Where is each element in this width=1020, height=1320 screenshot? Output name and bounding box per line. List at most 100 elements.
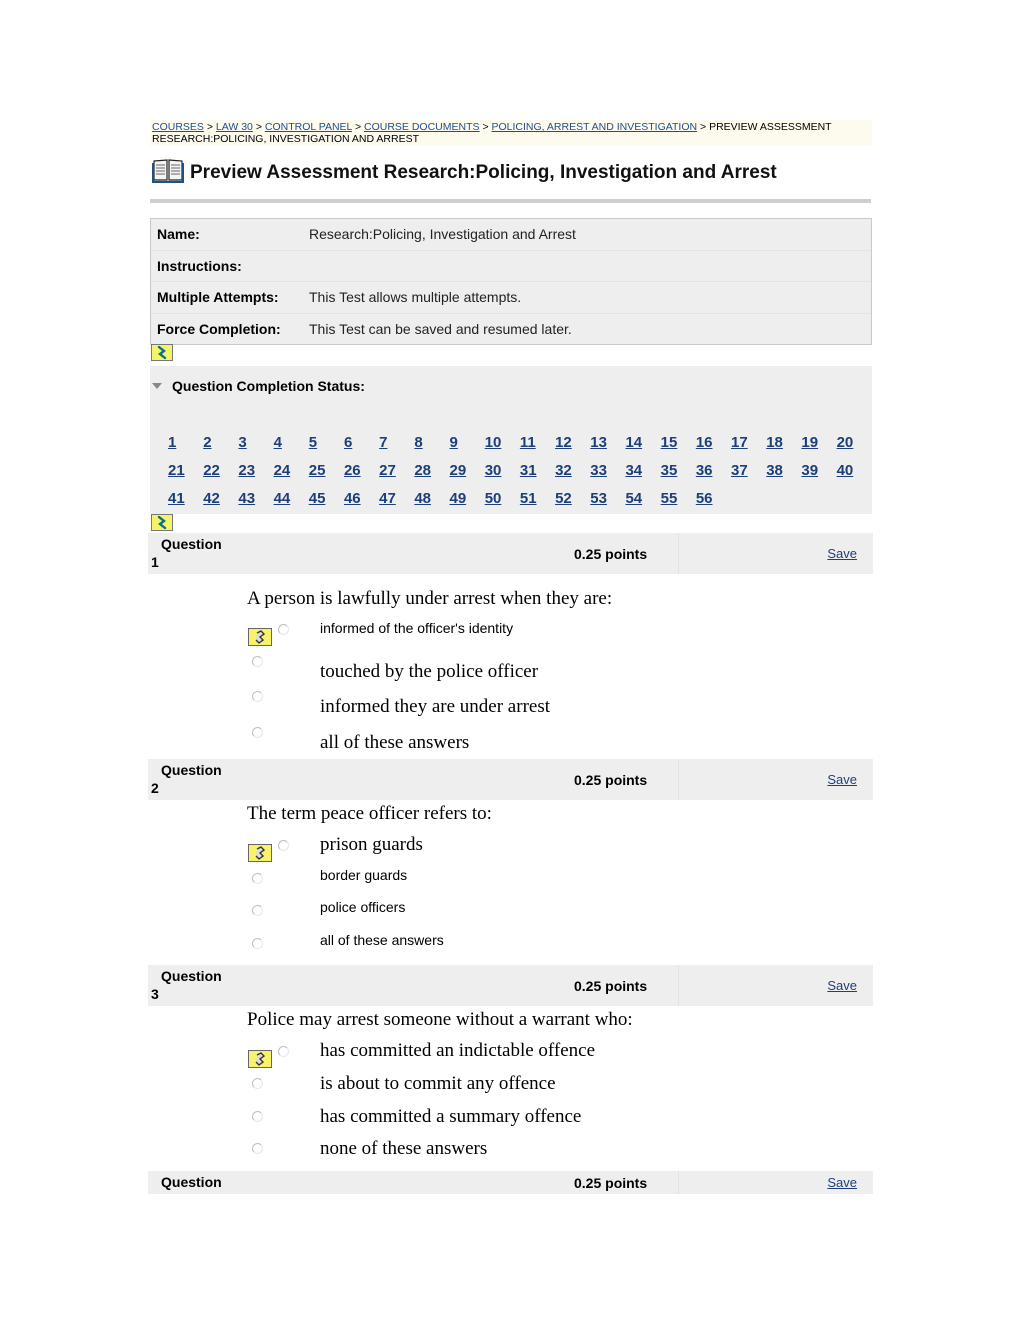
answer-option[interactable]: touched by the police officer	[248, 656, 648, 686]
collapse-triangle-icon[interactable]	[152, 383, 162, 389]
question-link[interactable]: 22	[203, 462, 238, 490]
question-link[interactable]: 13	[590, 434, 625, 462]
question-link[interactable]: 33	[590, 462, 625, 490]
question-link[interactable]: 47	[379, 490, 414, 518]
radio-button[interactable]	[252, 1111, 263, 1122]
question-link[interactable]: 7	[379, 434, 414, 462]
question-link[interactable]: 31	[520, 462, 555, 490]
save-button[interactable]: Save	[827, 978, 857, 993]
answer-option[interactable]: prison guards	[248, 834, 648, 866]
question-number: Question 3	[148, 965, 566, 1006]
answer-option[interactable]: has committed an indictable offence	[248, 1040, 648, 1072]
question-link[interactable]: 52	[555, 490, 590, 518]
question-link[interactable]: 21	[168, 462, 203, 490]
question-link[interactable]: 12	[555, 434, 590, 462]
radio-button[interactable]	[252, 691, 263, 702]
answer-option[interactable]: is about to commit any offence	[248, 1073, 648, 1104]
question-link[interactable]: 16	[696, 434, 731, 462]
answer-option[interactable]: all of these answers	[248, 932, 648, 962]
question-link[interactable]: 5	[309, 434, 344, 462]
question-link[interactable]: 2	[203, 434, 238, 462]
radio-button[interactable]	[278, 1046, 289, 1057]
question-link[interactable]: 28	[414, 462, 449, 490]
question-link[interactable]: 8	[414, 434, 449, 462]
radio-button[interactable]	[278, 624, 289, 635]
answer-option[interactable]: informed they are under arrest	[248, 691, 648, 721]
breadcrumb-course-documents[interactable]: COURSE DOCUMENTS	[364, 121, 480, 133]
question-link[interactable]: 42	[203, 490, 238, 518]
answer-option[interactable]: all of these answers	[248, 727, 648, 757]
radio-button[interactable]	[278, 840, 289, 851]
question-link[interactable]: 49	[450, 490, 485, 518]
question-index: 2	[151, 780, 159, 796]
radio-button[interactable]	[252, 656, 263, 667]
question-link[interactable]: 51	[520, 490, 555, 518]
breadcrumb-courses[interactable]: COURSES	[152, 121, 204, 133]
status-toggle[interactable]: Question Completion Status:	[150, 378, 365, 394]
question-link[interactable]: 11	[520, 434, 555, 462]
breadcrumb-policing-arrest-investigation[interactable]: POLICING, ARREST AND INVESTIGATION	[492, 121, 698, 133]
question-link[interactable]: 50	[485, 490, 520, 518]
question-link[interactable]: 15	[661, 434, 696, 462]
question-link[interactable]: 24	[274, 462, 309, 490]
question-link[interactable]: 17	[731, 434, 766, 462]
question-link[interactable]: 30	[485, 462, 520, 490]
question-link[interactable]: 46	[344, 490, 379, 518]
question-link[interactable]: 35	[661, 462, 696, 490]
question-link[interactable]: 29	[450, 462, 485, 490]
question-link[interactable]: 37	[731, 462, 766, 490]
question-link[interactable]: 4	[274, 434, 309, 462]
radio-button[interactable]	[252, 727, 263, 738]
answer-option[interactable]: police officers	[248, 899, 648, 929]
breadcrumb-law-30[interactable]: LAW 30	[216, 121, 253, 133]
radio-button[interactable]	[252, 905, 263, 916]
question-link[interactable]: 39	[801, 462, 836, 490]
question-link[interactable]: 43	[238, 490, 273, 518]
info-label: Name:	[157, 226, 200, 243]
question-number-grid: 1 2 3 4 5 6 7 8 9 10 11 12 13 14 15 16 17 18 19 20 21 22 23 24 2…	[168, 434, 872, 518]
skip-navigation-icon[interactable]	[151, 514, 173, 531]
radio-button[interactable]	[252, 938, 263, 949]
breadcrumb-separator: >	[354, 121, 362, 133]
question-completion-status: Question Completion Status: 1 2 3 4 5 6 7 8 9 10 1…	[150, 366, 872, 514]
question-link[interactable]: 14	[625, 434, 660, 462]
question-link[interactable]: 53	[590, 490, 625, 518]
answer-option[interactable]: has committed a summary offence	[248, 1106, 648, 1137]
question-link[interactable]: 45	[309, 490, 344, 518]
question-link[interactable]: 3	[238, 434, 273, 462]
question-link[interactable]: 25	[309, 462, 344, 490]
question-link[interactable]: 20	[837, 434, 872, 462]
question-link[interactable]: 48	[414, 490, 449, 518]
radio-button[interactable]	[252, 873, 263, 884]
save-button[interactable]: Save	[827, 1175, 857, 1190]
question-link[interactable]: 38	[766, 462, 801, 490]
question-link[interactable]: 44	[274, 490, 309, 518]
question-link[interactable]: 41	[168, 490, 203, 518]
question-points: 0.25 points	[574, 771, 648, 788]
question-link[interactable]: 18	[766, 434, 801, 462]
answer-option[interactable]: border guards	[248, 867, 648, 897]
question-link[interactable]: 19	[801, 434, 836, 462]
radio-button[interactable]	[252, 1143, 263, 1154]
question-link[interactable]: 6	[344, 434, 379, 462]
save-button[interactable]: Save	[827, 546, 857, 561]
question-link[interactable]: 10	[485, 434, 520, 462]
question-link[interactable]: 36	[696, 462, 731, 490]
question-link[interactable]: 54	[625, 490, 660, 518]
radio-button[interactable]	[252, 1078, 263, 1089]
skip-navigation-icon[interactable]	[151, 344, 173, 361]
question-link[interactable]: 9	[450, 434, 485, 462]
answer-option[interactable]: none of these answers	[248, 1138, 648, 1169]
answer-option[interactable]: informed of the officer's identity	[248, 620, 648, 650]
question-link[interactable]: 40	[837, 462, 872, 490]
question-link[interactable]: 1	[168, 434, 203, 462]
question-link[interactable]: 23	[238, 462, 273, 490]
question-link[interactable]: 27	[379, 462, 414, 490]
question-link[interactable]: 26	[344, 462, 379, 490]
question-link[interactable]: 32	[555, 462, 590, 490]
question-link[interactable]: 55	[661, 490, 696, 518]
save-button[interactable]: Save	[827, 772, 857, 787]
question-link[interactable]: 34	[625, 462, 660, 490]
question-link[interactable]: 56	[696, 490, 731, 518]
breadcrumb-control-panel[interactable]: CONTROL PANEL	[265, 121, 352, 133]
